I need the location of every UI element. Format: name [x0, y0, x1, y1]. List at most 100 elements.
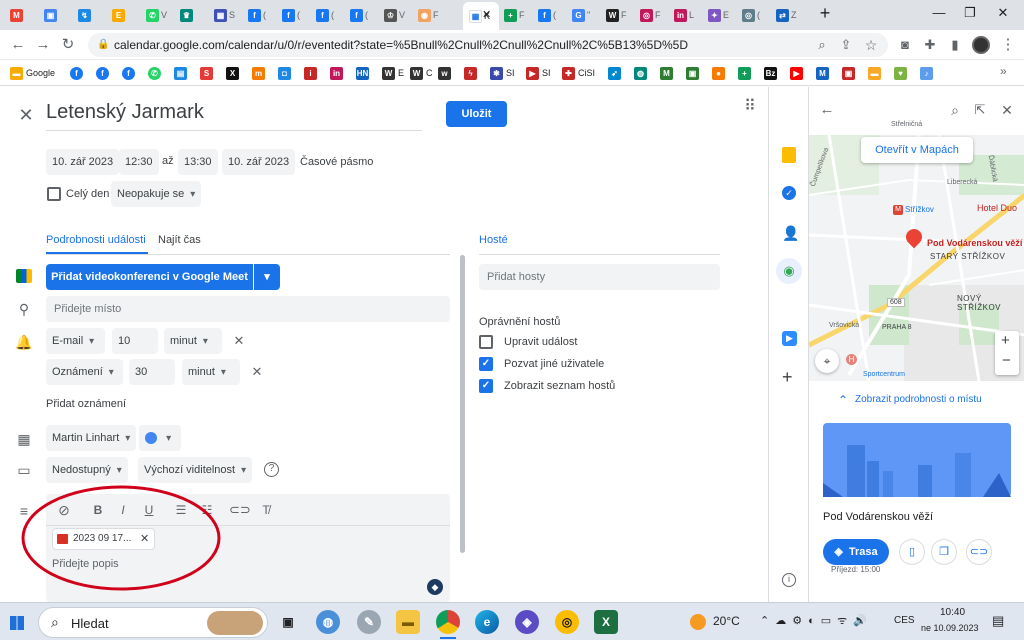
availability-dropdown[interactable]: Nedostupný — [46, 457, 128, 483]
more-bookmarks-icon[interactable]: » — [1000, 64, 1007, 78]
right-tab-0[interactable]: + F — [504, 4, 534, 26]
tab-event-details[interactable]: Podrobnosti události — [46, 234, 146, 246]
maximize-button[interactable]: ❐ — [957, 3, 983, 23]
tasks-icon[interactable]: ✓ — [782, 186, 796, 200]
directions-button[interactable]: ◈ Trasa — [823, 539, 889, 565]
clear-format-icon[interactable]: T̸ — [256, 500, 276, 520]
extensions-icon[interactable]: ✚ — [920, 35, 940, 55]
sidepanel-icon[interactable]: ▮ — [945, 35, 965, 55]
bookmark-14[interactable]: WC — [410, 65, 433, 81]
right-tab-2[interactable]: G " — [572, 4, 602, 26]
right-tab-1[interactable]: f( — [538, 4, 568, 26]
remove-notification-1-icon[interactable]: ✕ — [229, 331, 249, 351]
left-tab-3[interactable]: E — [112, 4, 142, 26]
bookmark-15[interactable]: w — [438, 65, 451, 81]
active-tab[interactable]: ▦ K — [463, 2, 499, 30]
taskbar-app-3[interactable]: ◈ — [515, 610, 539, 634]
bookmark-6[interactable]: S — [200, 65, 213, 81]
right-tab-3[interactable]: WF — [606, 4, 636, 26]
share-icon[interactable]: ⇪ — [836, 35, 856, 55]
keep-icon[interactable] — [782, 147, 796, 163]
clock-date[interactable]: ne 10.09.2023 — [921, 623, 979, 633]
bookmark-2[interactable]: f — [96, 65, 109, 81]
reload-icon[interactable]: ↻ — [58, 35, 78, 55]
start-date[interactable]: 10. zář 2023 — [46, 149, 120, 175]
back-arrow-icon[interactable]: ← — [817, 100, 837, 120]
forward-icon[interactable]: → — [33, 35, 53, 55]
right-tab-4[interactable]: ◎ F — [640, 4, 670, 26]
copy-button[interactable]: ❐ — [931, 539, 957, 565]
bookmark-7[interactable]: X — [226, 65, 239, 81]
bookmark-29[interactable]: ▣ — [842, 65, 855, 81]
add-meet-button[interactable]: Přidat videokonferenci v Google Meet — [46, 264, 253, 290]
bookmark-28[interactable]: M — [816, 65, 829, 81]
bookmark-25[interactable]: + — [738, 65, 751, 81]
start-time[interactable]: 12:30 — [119, 149, 159, 175]
bookmark-12[interactable]: HN — [356, 65, 369, 81]
left-tab-10[interactable]: f( — [350, 4, 380, 26]
tray-icons[interactable]: ⌃☁⚙◐▭ᯤ🔊 — [760, 613, 873, 628]
menu-kebab-icon[interactable]: ⋮ — [998, 35, 1018, 55]
editor-scrollbar[interactable] — [460, 255, 465, 553]
search-icon[interactable]: ⌕ — [945, 100, 965, 120]
left-tab-6[interactable]: ▦ S — [214, 4, 244, 26]
left-tab-2[interactable]: ↯ — [78, 4, 108, 26]
close-window-button[interactable]: ✕ — [990, 3, 1016, 23]
bookmark-10[interactable]: i — [304, 65, 317, 81]
bookmark-19[interactable]: ✚ CiSI — [562, 65, 595, 81]
close-icon[interactable]: ✕ — [16, 105, 36, 125]
bookmark-8[interactable]: m — [252, 65, 265, 81]
open-external-icon[interactable]: ⇱ — [970, 100, 990, 120]
bookmark-4[interactable]: ✆ — [148, 65, 161, 81]
open-in-maps-button[interactable]: Otevřít v Mapách — [861, 137, 973, 163]
zoom-app-icon[interactable]: ▶ — [782, 331, 797, 346]
left-tab-7[interactable]: f( — [248, 4, 278, 26]
bookmark-11[interactable]: in — [330, 65, 343, 81]
calendar-owner-dropdown[interactable]: Martin Linhart — [46, 425, 137, 451]
meet-options-button[interactable]: ▾ — [254, 264, 280, 290]
end-date[interactable]: 10. zář 2023 — [222, 149, 296, 175]
info-icon[interactable]: i — [782, 573, 796, 587]
file-explorer-icon[interactable]: ▬ — [396, 610, 420, 634]
notification-value-1[interactable]: 10 — [112, 328, 158, 354]
taskbar-search-box[interactable]: ⌕ Hledat — [38, 607, 268, 638]
location-input[interactable]: Přidejte místo — [46, 296, 450, 322]
timezone-link[interactable]: Časové pásmo — [300, 156, 373, 168]
bookmark-18[interactable]: ▶ SI — [526, 65, 551, 81]
right-tab-6[interactable]: ✦ E — [708, 4, 738, 26]
right-tab-7[interactable]: ◎( — [742, 4, 772, 26]
link-icon[interactable]: ⊂⊃ — [229, 500, 251, 520]
notification-value-2[interactable]: 30 — [129, 359, 175, 385]
bookmark-21[interactable]: ◍ — [634, 65, 647, 81]
left-tab-12[interactable]: ◉ F — [418, 4, 448, 26]
left-tab-0[interactable]: M — [10, 4, 40, 26]
bookmark-3[interactable]: f — [122, 65, 135, 81]
excel-icon[interactable]: X — [594, 610, 618, 634]
bookmark-26[interactable]: Bz — [764, 65, 777, 81]
maps-icon[interactable]: ◉ — [776, 258, 802, 284]
taskbar-app-2[interactable]: ✎ — [357, 610, 381, 634]
bookmark-17[interactable]: ✱ SI — [490, 65, 515, 81]
perm-modify-checkbox[interactable] — [479, 335, 493, 349]
share-link-button[interactable]: ⊂⊃ — [966, 539, 992, 565]
save-place-button[interactable]: ▯ — [899, 539, 925, 565]
zoom-in-button[interactable]: + — [1001, 332, 1010, 349]
left-tab-9[interactable]: f( — [316, 4, 346, 26]
help-icon[interactable]: ? — [264, 462, 279, 477]
taskbar-app-4[interactable]: ◎ — [555, 610, 579, 634]
address-bar[interactable]: 🔒 calendar.google.com/calendar/u/0/r/eve… — [88, 33, 888, 57]
weather-temp[interactable]: 20°C — [713, 614, 740, 628]
bookmark-32[interactable]: ♪ — [920, 65, 933, 81]
back-icon[interactable]: ← — [8, 35, 28, 55]
right-tab-8[interactable]: ⇄ Z — [776, 4, 806, 26]
allday-checkbox[interactable] — [47, 187, 61, 201]
contacts-icon[interactable]: 👤 — [782, 225, 799, 242]
add-notification-link[interactable]: Přidat oznámení — [46, 398, 126, 410]
clock-time[interactable]: 10:40 — [940, 607, 965, 618]
taskbar-app-1[interactable]: ◍ — [316, 610, 340, 634]
apps-grid-icon[interactable]: ⠿ — [740, 97, 760, 117]
bookmark-20[interactable]: ➶ — [608, 65, 621, 81]
bookmark-5[interactable]: ▤ — [174, 65, 187, 81]
bookmark-1[interactable]: f — [70, 65, 83, 81]
perm-seelist-checkbox[interactable]: ✓ — [479, 379, 493, 393]
